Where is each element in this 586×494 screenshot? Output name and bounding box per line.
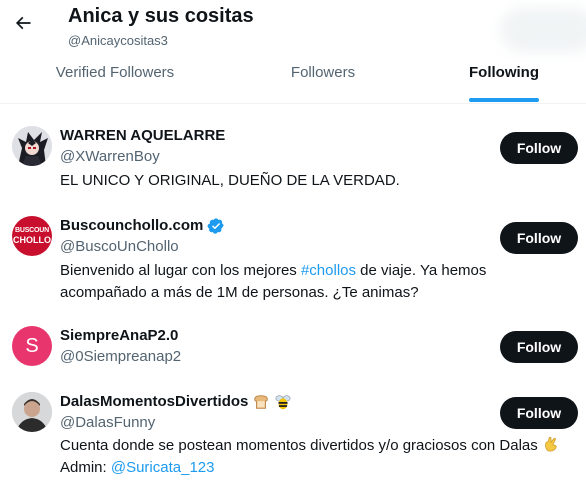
display-name[interactable]: WARREN AQUELARRE xyxy=(60,126,225,146)
avatar-letter: S xyxy=(25,334,39,357)
page-subtitle-handle: @Anicaycositas3 xyxy=(68,33,168,48)
verified-badge-icon[interactable] xyxy=(207,217,225,235)
bio-text: Admin: xyxy=(60,459,111,476)
display-name[interactable]: SiempreAnaP2.0 xyxy=(60,326,178,346)
display-name[interactable]: DalasMomentosDivertidos xyxy=(60,392,248,412)
follow-button[interactable]: Follow xyxy=(500,222,578,254)
avatar[interactable] xyxy=(12,126,52,166)
tab-label: Following xyxy=(469,63,539,81)
bee-icon xyxy=(274,393,292,411)
page-title: Anica y sus cositas xyxy=(68,5,254,27)
calling-hand-icon xyxy=(542,435,560,453)
display-name[interactable]: Buscounchollo.com xyxy=(60,216,203,236)
tab-followers[interactable]: Followers xyxy=(230,56,416,104)
person-photo-avatar-icon xyxy=(12,392,52,432)
tab-label: Followers xyxy=(290,63,356,81)
avatar-text-line: BUSCOUN xyxy=(15,227,49,234)
name-row: WARREN AQUELARRE xyxy=(60,126,225,146)
name-row: DalasMomentosDivertidos xyxy=(60,392,292,412)
avatar[interactable]: BUSCOUN CHOLLO xyxy=(12,216,52,256)
anime-character-avatar-icon xyxy=(12,126,52,166)
user-handle[interactable]: @0Siempreanap2 xyxy=(60,347,181,367)
user-bio: Cuenta donde se postean momentos diverti… xyxy=(60,435,580,479)
profile-header: Anica y sus cositas @Anicaycositas3 xyxy=(0,0,586,56)
bio-text: Cuenta donde se postean momentos diverti… xyxy=(60,437,542,454)
name-row: Buscounchollo.com xyxy=(60,216,225,236)
mention-link[interactable]: @Suricata_123 xyxy=(111,459,215,476)
avatar-text-line: CHOLLO xyxy=(13,235,51,245)
bio-text: Bienvenido al lugar con los mejores xyxy=(60,262,301,279)
tab-verified-followers[interactable]: Verified Followers xyxy=(0,56,230,104)
name-row: SiempreAnaP2.0 xyxy=(60,326,178,346)
follow-tabs: Verified Followers Followers Following xyxy=(0,56,586,104)
avatar[interactable]: S xyxy=(12,326,52,366)
user-bio: Bienvenido al lugar con los mejores #cho… xyxy=(60,260,500,304)
active-tab-indicator xyxy=(469,98,539,102)
user-bio: EL UNICO Y ORIGINAL, DUEÑO DE LA VERDAD. xyxy=(60,172,400,189)
follow-button[interactable]: Follow xyxy=(500,132,578,164)
user-handle[interactable]: @XWarrenBoy xyxy=(60,147,160,167)
blurred-search-area xyxy=(500,8,586,52)
header-title-block: Anica y sus cositas @Anicaycositas3 xyxy=(68,4,254,50)
arrow-left-icon xyxy=(15,16,31,30)
tab-label: Verified Followers xyxy=(55,63,175,81)
user-handle[interactable]: @DalasFunny xyxy=(60,413,155,433)
back-button[interactable] xyxy=(6,6,40,40)
bread-icon xyxy=(252,393,270,411)
tab-following[interactable]: Following xyxy=(416,56,586,104)
follow-button[interactable]: Follow xyxy=(500,331,578,363)
hashtag-link[interactable]: #chollos xyxy=(301,262,356,279)
follow-button[interactable]: Follow xyxy=(500,397,578,429)
user-handle[interactable]: @BuscoUnChollo xyxy=(60,237,179,257)
avatar[interactable] xyxy=(12,392,52,432)
